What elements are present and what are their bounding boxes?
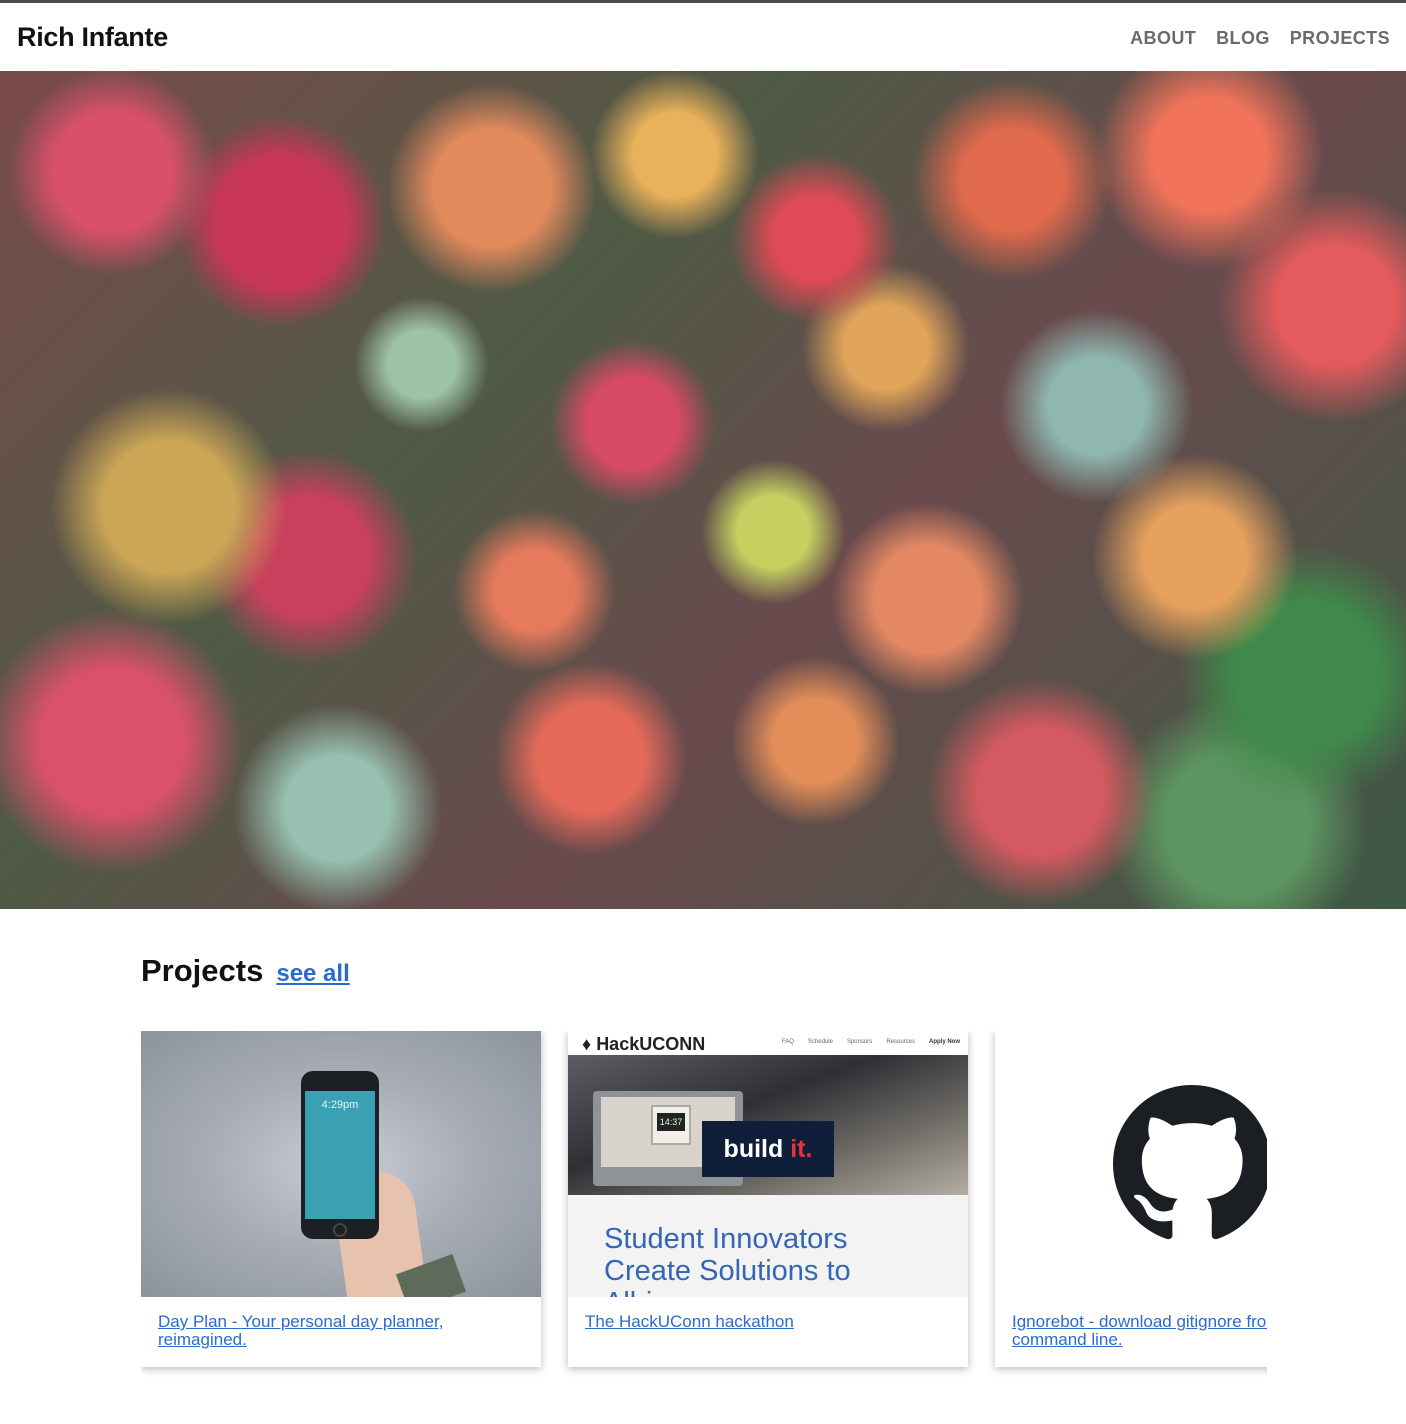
main-nav: ABOUT BLOG PROJECTS xyxy=(1130,28,1390,49)
hackuconn-link[interactable]: The HackUConn hackathon xyxy=(585,1313,955,1331)
projects-section: Projects see all xyxy=(141,953,1267,989)
hackuconn-nav: FAQ Schedule Sponsors Resources Apply No… xyxy=(781,1039,960,1045)
project-card-dayplan[interactable]: 4:29pm Day Plan - Your personal day plan… xyxy=(141,1031,541,1367)
projects-title: Projects xyxy=(141,953,264,988)
project-card-ignorebot[interactable]: Ignorebot - download gitignore from the … xyxy=(995,1031,1267,1367)
nav-about[interactable]: ABOUT xyxy=(1130,28,1196,49)
project-cards: 4:29pm Day Plan - Your personal day plan… xyxy=(141,1031,1267,1411)
hackuconn-thumbnail: ♦ HackUCONN FAQ Schedule Sponsors Resour… xyxy=(568,1031,968,1297)
mac-icon: 14:37 xyxy=(651,1105,691,1145)
nav-projects[interactable]: PROJECTS xyxy=(1290,28,1390,49)
site-header: Rich Infante ABOUT BLOG PROJECTS xyxy=(0,3,1406,71)
project-card-hackuconn[interactable]: ♦ HackUCONN FAQ Schedule Sponsors Resour… xyxy=(568,1031,968,1367)
phone-image: 4:29pm xyxy=(301,1071,379,1239)
dayplan-link[interactable]: Day Plan - Your personal day planner, re… xyxy=(158,1313,528,1349)
github-icon xyxy=(1113,1085,1267,1240)
hackuconn-headline: Student Innovators Create Solutions to A… xyxy=(604,1223,851,1297)
ignorebot-thumbnail xyxy=(995,1031,1267,1297)
phone-time: 4:29pm xyxy=(321,1099,359,1111)
ignorebot-link[interactable]: Ignorebot - download gitignore from the … xyxy=(1012,1313,1267,1349)
projects-heading: Projects see all xyxy=(141,953,1267,989)
build-it-banner: build it. xyxy=(702,1121,834,1177)
nav-blog[interactable]: BLOG xyxy=(1216,28,1270,49)
phone-screen: 4:29pm xyxy=(305,1091,375,1219)
dayplan-thumbnail: 4:29pm xyxy=(141,1031,541,1297)
hero-image xyxy=(0,71,1406,909)
phone-home-button xyxy=(333,1223,347,1237)
see-all-link[interactable]: see all xyxy=(276,960,349,988)
hackuconn-logo: ♦ HackUCONN xyxy=(582,1034,706,1054)
site-brand[interactable]: Rich Infante xyxy=(17,22,168,53)
hackuconn-photo: 14:37 build it. xyxy=(568,1055,968,1195)
hackuconn-navbar: ♦ HackUCONN FAQ Schedule Sponsors Resour… xyxy=(568,1031,968,1055)
